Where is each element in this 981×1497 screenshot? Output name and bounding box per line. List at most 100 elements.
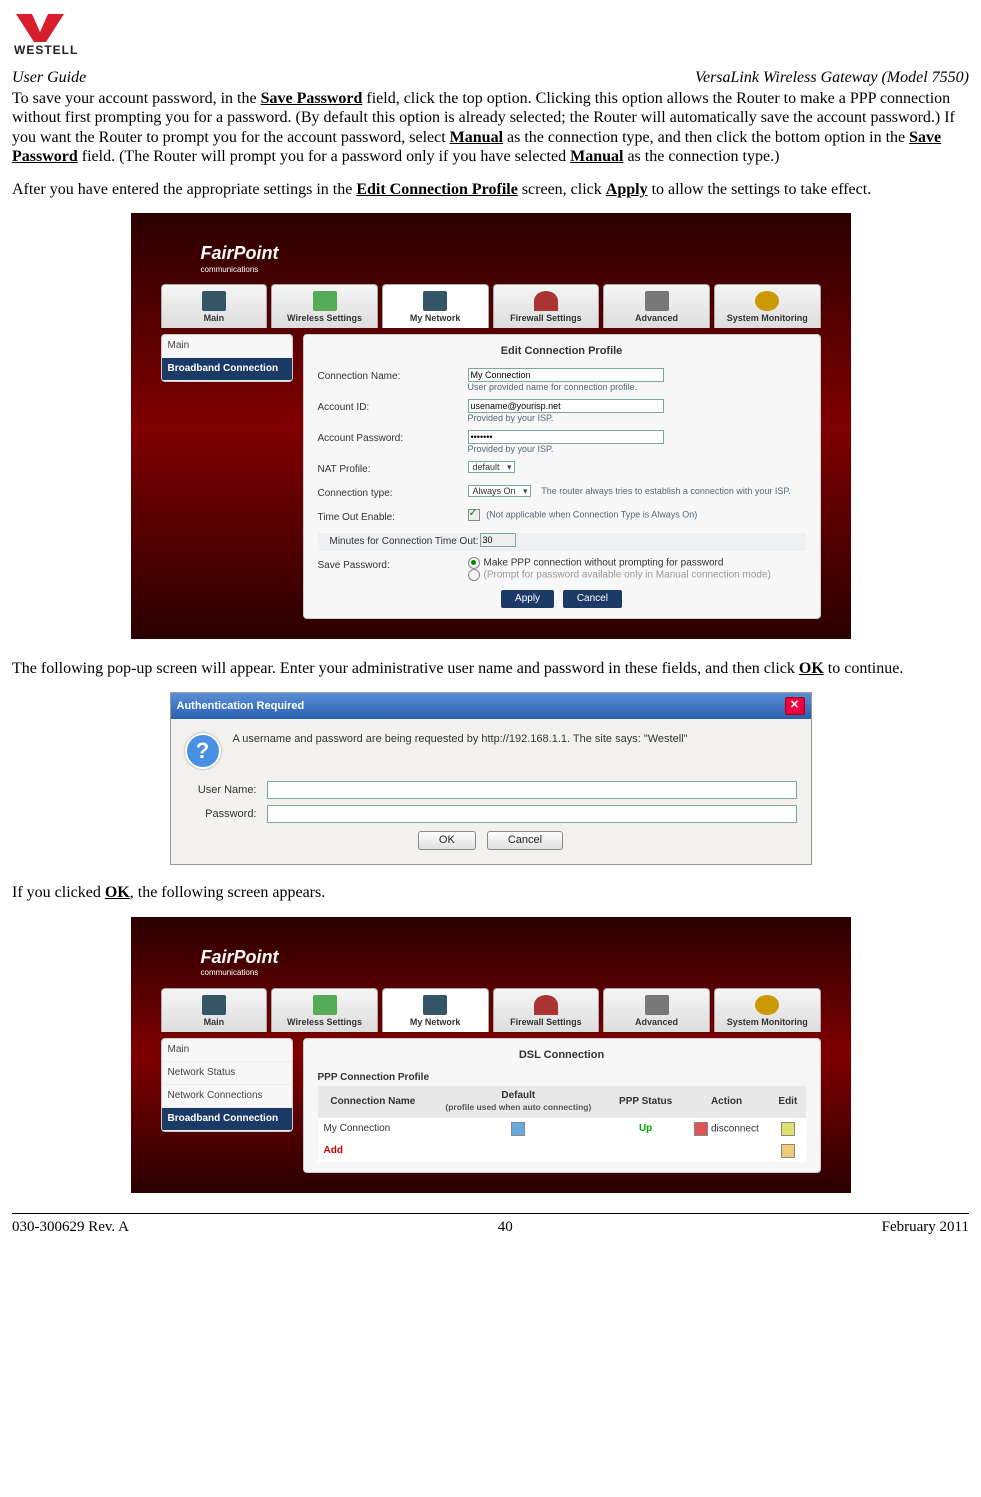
ctype-select[interactable]: Always On — [468, 485, 531, 498]
footer-left: 030-300629 Rev. A — [12, 1218, 129, 1236]
add-icon[interactable] — [781, 1144, 795, 1158]
firewall-icon — [534, 291, 558, 311]
conn-name-hint: User provided name for connection profil… — [468, 382, 806, 393]
tab-system[interactable]: System Monitoring — [714, 284, 821, 328]
page-number: 40 — [498, 1218, 513, 1236]
auth-ok-button[interactable]: OK — [418, 831, 476, 850]
firewall-icon — [534, 995, 558, 1015]
minutes-input[interactable] — [480, 533, 516, 547]
westell-logo: WESTELL — [12, 12, 969, 60]
sidebar2-main[interactable]: Main — [162, 1039, 292, 1062]
savepw-opt1: Make PPP connection without prompting fo… — [484, 557, 724, 568]
tab2-system[interactable]: System Monitoring — [714, 988, 821, 1032]
row-status: Up — [639, 1123, 652, 1134]
acct-pw-label: Account Password: — [318, 430, 468, 448]
sidebar-2: Main Network Status Network Connections … — [161, 1038, 293, 1132]
col-ppp: PPP Status — [608, 1086, 682, 1118]
acct-id-hint: Provided by your ISP. — [468, 413, 806, 424]
dsl-panel: DSL Connection PPP Connection Profile Co… — [303, 1038, 821, 1173]
timeout-label: Time Out Enable: — [318, 509, 468, 527]
tab-main[interactable]: Main — [161, 284, 268, 328]
timeout-checkbox[interactable] — [468, 509, 480, 521]
question-icon: ? — [185, 733, 221, 769]
tab2-wireless[interactable]: Wireless Settings — [271, 988, 378, 1032]
dsl-title: DSL Connection — [318, 1049, 806, 1062]
minutes-label: Minutes for Connection Time Out: — [318, 533, 480, 551]
auth-dialog: Authentication Required ✕ ? A username a… — [170, 692, 812, 865]
router-tabs: Main Wireless Settings My Network Firewa… — [161, 284, 821, 328]
edit-icon[interactable] — [781, 1122, 795, 1136]
auth-pw-input[interactable] — [267, 805, 797, 823]
paragraph-4: If you clicked OK, the following screen … — [12, 883, 969, 902]
timeout-hint: (Not applicable when Connection Type is … — [486, 509, 697, 519]
dsl-subtitle: PPP Connection Profile — [318, 1072, 806, 1084]
acct-pw-input[interactable] — [468, 430, 664, 444]
wireless-icon — [313, 291, 337, 311]
sidebar-item-main[interactable]: Main — [162, 335, 292, 358]
tab-advanced[interactable]: Advanced — [603, 284, 710, 328]
advanced-icon — [645, 291, 669, 311]
savepw-radio-auto[interactable] — [468, 557, 480, 569]
home-icon — [202, 291, 226, 311]
wireless-icon — [313, 995, 337, 1015]
col-edit: Edit — [770, 1086, 805, 1118]
sidebar2-netstatus[interactable]: Network Status — [162, 1062, 292, 1085]
dsl-table: Connection Name Default(profile used whe… — [318, 1086, 806, 1162]
auth-user-input[interactable] — [267, 781, 797, 799]
savepw-radio-prompt[interactable] — [468, 569, 480, 581]
tab2-my-network[interactable]: My Network — [382, 988, 489, 1032]
paragraph-3: The following pop-up screen will appear.… — [12, 659, 969, 678]
row-name: My Connection — [318, 1118, 429, 1140]
tab-firewall[interactable]: Firewall Settings — [493, 284, 600, 328]
acct-id-input[interactable] — [468, 399, 664, 413]
col-conn-name: Connection Name — [318, 1086, 429, 1118]
auth-message: A username and password are being reques… — [233, 733, 688, 769]
ctype-hint: The router always tries to establish a c… — [541, 486, 790, 496]
conn-name-input[interactable] — [468, 368, 664, 382]
cancel-button[interactable]: Cancel — [563, 590, 622, 608]
default-profile-icon[interactable] — [511, 1122, 525, 1136]
auth-title: Authentication Required — [177, 700, 305, 713]
logo-text: WESTELL — [14, 43, 78, 57]
footer-right: February 2011 — [882, 1218, 969, 1236]
savepw-label: Save Password: — [318, 557, 468, 575]
nat-label: NAT Profile: — [318, 461, 468, 479]
conn-name-label: Connection Name: — [318, 368, 468, 386]
disconnect-icon[interactable] — [694, 1122, 708, 1136]
table-row-add: Add — [318, 1140, 806, 1162]
tab-wireless[interactable]: Wireless Settings — [271, 284, 378, 328]
router-screenshot-dsl-connection: FairPointcommunications Main Wireless Se… — [131, 917, 851, 1193]
acct-pw-hint: Provided by your ISP. — [468, 444, 806, 455]
auth-user-label: User Name: — [185, 784, 257, 797]
tab2-advanced[interactable]: Advanced — [603, 988, 710, 1032]
advanced-icon — [645, 995, 669, 1015]
apply-button[interactable]: Apply — [501, 590, 554, 608]
nat-select[interactable]: default — [468, 461, 515, 474]
tab2-main[interactable]: Main — [161, 988, 268, 1032]
auth-pw-label: Password: — [185, 808, 257, 821]
doc-section-right: VersaLink Wireless Gateway (Model 7550) — [695, 68, 969, 87]
home-icon — [202, 995, 226, 1015]
router-screenshot-edit-profile: FairPointcommunications Main Wireless Se… — [131, 213, 851, 639]
row-action[interactable]: disconnect — [711, 1123, 759, 1134]
network-icon — [423, 291, 447, 311]
col-action: Action — [683, 1086, 770, 1118]
close-icon[interactable]: ✕ — [785, 697, 805, 715]
tab-my-network[interactable]: My Network — [382, 284, 489, 328]
sidebar2-broadband[interactable]: Broadband Connection — [162, 1108, 292, 1131]
add-link[interactable]: Add — [324, 1145, 343, 1156]
savepw-opt2: (Prompt for password available only in M… — [484, 570, 771, 581]
monitoring-icon — [755, 995, 779, 1015]
sidebar2-netconn[interactable]: Network Connections — [162, 1085, 292, 1108]
paragraph-1: To save your account password, in the Sa… — [12, 89, 969, 166]
acct-id-label: Account ID: — [318, 399, 468, 417]
auth-cancel-button[interactable]: Cancel — [487, 831, 563, 850]
table-row: My Connection Up disconnect — [318, 1118, 806, 1140]
tab2-firewall[interactable]: Firewall Settings — [493, 988, 600, 1032]
network-icon — [423, 995, 447, 1015]
sidebar: Main Broadband Connection — [161, 334, 293, 382]
doc-section-left: User Guide — [12, 68, 86, 87]
sidebar-item-broadband[interactable]: Broadband Connection — [162, 358, 292, 381]
panel-title: Edit Connection Profile — [318, 345, 806, 358]
edit-connection-panel: Edit Connection Profile Connection Name:… — [303, 334, 821, 619]
